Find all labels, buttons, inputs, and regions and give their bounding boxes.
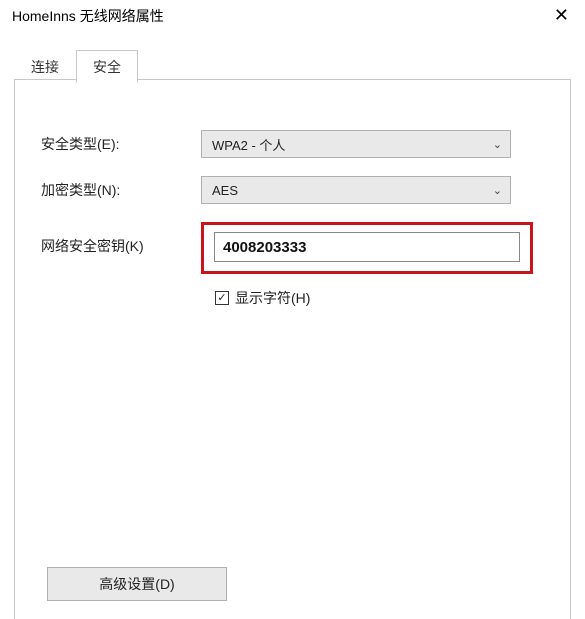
security-type-select[interactable]: WPA2 - 个人 ⌄: [201, 130, 511, 158]
close-icon[interactable]: ✕: [548, 6, 575, 24]
network-key-field[interactable]: [214, 232, 520, 262]
encryption-type-label: 加密类型(N):: [41, 180, 201, 200]
window-title: HomeInns 无线网络属性: [12, 6, 164, 26]
network-key-label: 网络安全密钥(K): [41, 222, 201, 256]
network-key-highlight: [201, 222, 533, 274]
show-characters-checkbox[interactable]: ✓: [215, 291, 229, 305]
tab-security[interactable]: 安全: [76, 50, 138, 83]
chevron-down-icon: ⌄: [493, 184, 502, 197]
encryption-type-value: AES: [212, 183, 238, 198]
chevron-down-icon: ⌄: [493, 138, 502, 151]
security-type-label: 安全类型(E):: [41, 134, 201, 154]
encryption-type-select[interactable]: AES ⌄: [201, 176, 511, 204]
advanced-settings-button[interactable]: 高级设置(D): [47, 567, 227, 601]
security-type-value: WPA2 - 个人: [212, 135, 285, 154]
security-panel: 安全类型(E): WPA2 - 个人 ⌄ 加密类型(N): AES ⌄ 网络安全…: [14, 79, 571, 619]
tabs-row: 连接安全: [14, 50, 585, 80]
show-characters-label: 显示字符(H): [235, 288, 310, 308]
